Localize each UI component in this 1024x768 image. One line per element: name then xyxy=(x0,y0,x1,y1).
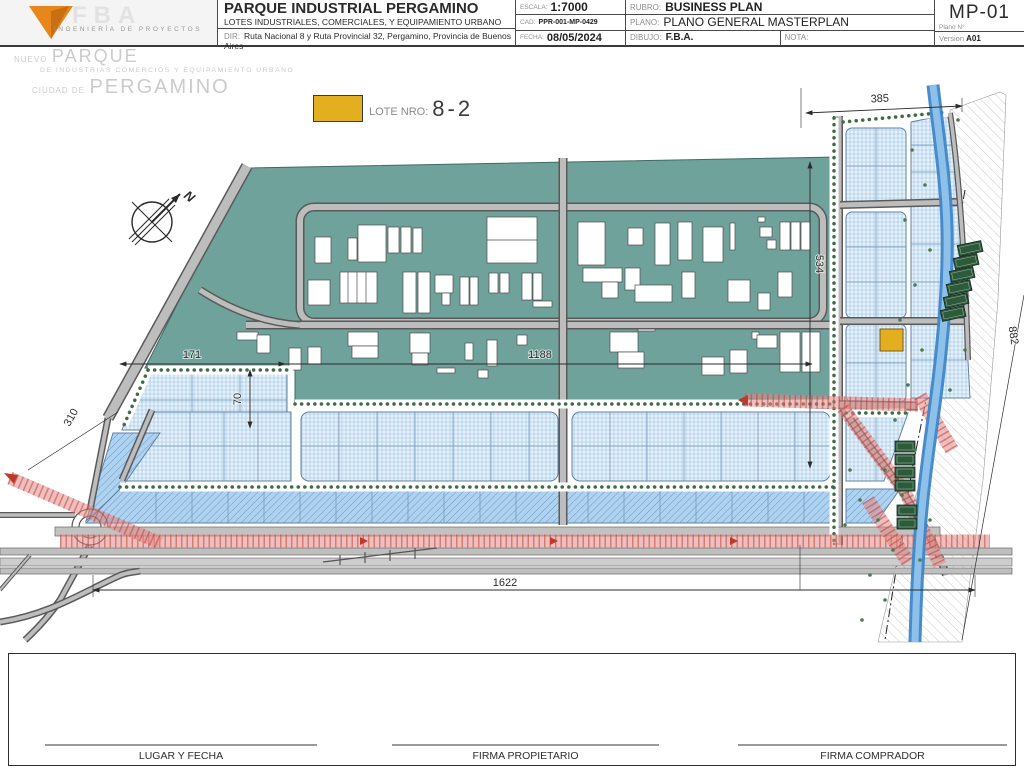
svg-text:N: N xyxy=(181,188,198,206)
project-subtitle: LOTES INDUSTRIALES, COMERCIALES, Y EQUIP… xyxy=(218,17,515,28)
lot-color-swatch xyxy=(313,95,363,122)
title-block: FBA INGENIERÍA DE PROYECTOS PARQUE INDUS… xyxy=(0,0,1024,47)
meta-left-cell: ESCALA: 1:7000 CAD: PPR-001-MP-0429 FECH… xyxy=(516,0,626,45)
escala-value: 1:7000 xyxy=(550,0,587,14)
nota-half: NOTA: xyxy=(781,31,935,45)
cad-label: CAD: xyxy=(520,19,536,26)
signature-box: LUGAR Y FECHA FIRMA PROPIETARIO FIRMA CO… xyxy=(8,653,1016,766)
escala-row: ESCALA: 1:7000 xyxy=(516,0,625,15)
escala-label: ESCALA: xyxy=(520,4,547,11)
project-cell: PARQUE INDUSTRIAL PERGAMINO LOTES INDUST… xyxy=(218,0,516,45)
watermark-line-2: DE INDUSTRIAS COMERCIOS Y EQUIPAMIENTO U… xyxy=(40,68,294,75)
fecha-row: FECHA: 08/05/2024 xyxy=(516,31,625,45)
sheet-version: Version A01 xyxy=(935,31,1024,45)
highlighted-lot-8-2[interactable] xyxy=(880,329,903,351)
svg-text:171: 171 xyxy=(183,349,201,361)
watermark-prefix-3: CIUDAD DE xyxy=(32,86,85,95)
dibujo-nota-row: DIBUJO: F.B.A. NOTA: xyxy=(626,31,934,45)
svg-text:385: 385 xyxy=(870,93,889,106)
plano-label: PLANO: xyxy=(630,18,659,27)
masterplan-sheet: 385 534 882 171 1188 70 310 1622 N xyxy=(0,0,1024,768)
fba-logo-icon xyxy=(28,5,74,41)
rubro-row: RUBRO: BUSINESS PLAN xyxy=(626,0,934,15)
signature-label-owner: FIRMA PROPIETARIO xyxy=(473,750,579,762)
dibujo-label: DIBUJO: xyxy=(630,33,662,42)
dibujo-value: F.B.A. xyxy=(666,32,694,43)
sheet-label: Plano N° xyxy=(935,24,1024,31)
plano-value: PLANO GENERAL MASTERPLAN xyxy=(663,15,849,29)
watermark-prefix-1: NUEVO xyxy=(14,55,47,64)
signature-label-buyer: FIRMA COMPRADOR xyxy=(820,750,924,762)
signature-line-place-date[interactable]: LUGAR Y FECHA xyxy=(45,744,317,764)
logo-cell: FBA INGENIERÍA DE PROYECTOS xyxy=(0,0,218,45)
svg-text:534: 534 xyxy=(813,255,825,273)
svg-text:882: 882 xyxy=(1006,326,1021,346)
lot-row-commercial xyxy=(123,412,908,481)
rubro-label: RUBRO: xyxy=(630,3,661,12)
logo-tagline: INGENIERÍA DE PROYECTOS xyxy=(54,26,202,33)
signature-line-buyer[interactable]: FIRMA COMPRADOR xyxy=(738,744,1007,764)
lot-legend-value: 8-2 xyxy=(432,96,473,122)
cad-row: CAD: PPR-001-MP-0429 xyxy=(516,15,625,30)
project-title: PARQUE INDUSTRIAL PERGAMINO xyxy=(218,0,515,17)
signature-line-owner[interactable]: FIRMA PROPIETARIO xyxy=(392,744,659,764)
watermark-big-3: PERGAMINO xyxy=(89,76,229,98)
dibujo-half: DIBUJO: F.B.A. xyxy=(626,31,781,45)
svg-text:1188: 1188 xyxy=(528,349,552,361)
nota-label: NOTA: xyxy=(785,33,809,42)
version-value: A01 xyxy=(966,34,981,43)
version-label: Version xyxy=(939,34,964,43)
svg-text:310: 310 xyxy=(62,407,81,429)
plano-row: PLANO: PLANO GENERAL MASTERPLAN xyxy=(626,15,934,30)
dir-label: DIR: xyxy=(224,32,240,41)
cad-value: PPR-001-MP-0429 xyxy=(539,19,598,26)
north-compass-icon: N xyxy=(129,188,198,245)
svg-text:1622: 1622 xyxy=(493,577,517,589)
lot-legend-label: LOTE NRO: xyxy=(369,106,428,118)
fecha-label: FECHA: xyxy=(520,34,544,41)
watermark-big-1: PARQUE xyxy=(52,46,139,66)
rubro-value: BUSINESS PLAN xyxy=(665,0,762,14)
lot-legend: LOTE NRO: 8-2 xyxy=(313,94,473,122)
watermark-heading: NUEVO PARQUE DE INDUSTRIAS COMERCIOS Y E… xyxy=(14,47,294,97)
sheet-cell: MP-01 Plano N° Version A01 xyxy=(935,0,1024,45)
svg-text:70: 70 xyxy=(232,393,244,405)
signature-label-place-date: LUGAR Y FECHA xyxy=(139,750,223,762)
fecha-value: 08/05/2024 xyxy=(547,32,602,44)
meta-right-cell: RUBRO: BUSINESS PLAN PLANO: PLANO GENERA… xyxy=(626,0,935,45)
sheet-number: MP-01 xyxy=(935,0,1024,24)
